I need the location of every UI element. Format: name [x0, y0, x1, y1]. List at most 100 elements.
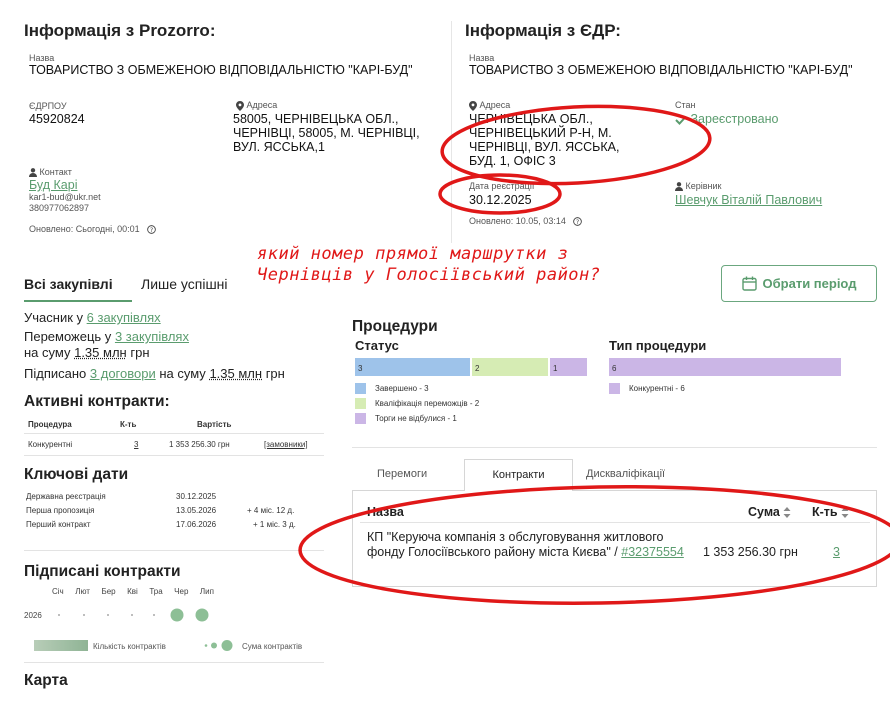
- dot-jan: [58, 614, 60, 616]
- contract-id-link[interactable]: #32375554: [621, 545, 684, 559]
- prozorro-updated-wrap: Оновлено: Сьогодні, 00:01 ?: [29, 224, 156, 234]
- contract-customer-name: КП "Керуюча компанія з обслуговування жи…: [367, 530, 664, 559]
- calendar-icon: [741, 276, 757, 291]
- edr-title: Інформація з ЄДР:: [465, 21, 621, 40]
- kd-row2-date: 13.05.2026: [176, 506, 217, 515]
- signed-line: Підписано 3 договори на суму 1.35 млн гр…: [24, 366, 285, 381]
- type-bar-competitive: 6: [609, 358, 841, 376]
- location-pin-icon: [469, 100, 477, 111]
- th-name[interactable]: Назва: [367, 505, 404, 519]
- legend-swatch-purple: [355, 413, 366, 424]
- month-apr: Кві: [127, 587, 138, 596]
- dot-jun: [170, 608, 184, 622]
- reg-date-value: 30.12.2025: [469, 193, 532, 207]
- column-divider: [451, 21, 452, 243]
- month-axis: Січ Лют Бер Кві Тра Чер Лип: [52, 587, 214, 596]
- edrpou-label: ЄДРПОУ: [29, 101, 67, 111]
- status-legend-completed: Завершено - 3: [375, 384, 429, 393]
- legend-sum-dots: [204, 640, 233, 651]
- prozorro-address-label: Адреса: [246, 100, 278, 110]
- contract-row-count-link[interactable]: 3: [833, 545, 840, 559]
- month-may: Тра: [149, 587, 163, 596]
- select-period-label: Обрати період: [762, 276, 857, 291]
- type-title: Тип процедури: [609, 338, 707, 353]
- key-dates-title: Ключові дати: [24, 466, 129, 483]
- contact-email: kar1-bud@ukr.net: [29, 192, 101, 202]
- winner-sum-value: 1.35 млн: [74, 345, 127, 360]
- sort-icon[interactable]: [783, 507, 791, 519]
- type-bar: 6: [609, 358, 841, 376]
- active-contracts-title: Активні контракти:: [24, 393, 170, 410]
- kd-row2-label: Перша пропозиція: [26, 506, 95, 515]
- edr-updated-wrap: Оновлено: 10.05, 03:14 ?: [469, 216, 583, 226]
- sort-icon[interactable]: [841, 507, 849, 519]
- select-period-button[interactable]: Обрати період: [721, 265, 877, 302]
- status-legend-item: Торги не відбулися - 1: [355, 411, 479, 426]
- th-sum-wrap[interactable]: Сума: [748, 505, 791, 519]
- participant-link[interactable]: 6 закупівлях: [87, 310, 161, 325]
- prozorro-name-value: ТОВАРИСТВО З ОБМЕЖЕНОЮ ВІДПОВІДАЛЬНІСТЮ …: [29, 63, 413, 77]
- status-bar: 3 2 1: [355, 358, 587, 376]
- overlay-question: який номер прямої маршрутки з Чернівців …: [257, 244, 601, 285]
- tab-all-procurements[interactable]: Всі закупівлі: [24, 276, 113, 292]
- winner-link[interactable]: 3 закупівлях: [115, 329, 189, 344]
- kd-row3-delta: + 1 міс. 3 д.: [253, 520, 296, 529]
- dot-mar: [107, 614, 109, 616]
- month-jul: Лип: [199, 587, 214, 596]
- ac-row-customers-link[interactable]: [замовники]: [264, 440, 308, 449]
- th-sum: Сума: [748, 505, 780, 519]
- status-legend: Завершено - 3 Кваліфікація переможців - …: [355, 381, 479, 426]
- type-legend-competitive: Конкурентні - 6: [629, 384, 685, 393]
- status-legend-failed: Торги не відбулися - 1: [375, 414, 457, 423]
- signed-link[interactable]: 3 договори: [90, 366, 156, 381]
- signed-sum-currency: грн: [265, 366, 285, 381]
- participant-text: Учасник у: [24, 310, 84, 325]
- type-legend-item: Конкурентні - 6: [609, 381, 685, 396]
- edr-updated: Оновлено: 10.05, 03:14: [469, 216, 566, 226]
- status-title: Статус: [355, 338, 399, 353]
- head-name-link[interactable]: Шевчук Віталій Павлович: [675, 193, 822, 207]
- th-divider: [360, 522, 870, 523]
- kd-row1-date: 30.12.2025: [176, 492, 217, 501]
- th-count-wrap[interactable]: К-ть: [812, 505, 849, 519]
- edrpou-value: 45920824: [29, 112, 85, 126]
- tab-disqualifications[interactable]: Дискваліфікації: [586, 468, 665, 480]
- contact-name-link[interactable]: Буд Карі: [29, 178, 78, 192]
- status-bar-qualification: 2: [472, 358, 548, 376]
- legend-count-swatch: [34, 640, 88, 651]
- edr-address-label: Адреса: [479, 100, 511, 110]
- status-legend-qualification: Кваліфікація переможців - 2: [375, 399, 480, 408]
- status-legend-item: Завершено - 3: [355, 381, 479, 396]
- winner-line: Переможець у 3 закупівлях: [24, 329, 189, 344]
- year-label: 2026: [24, 611, 42, 620]
- kd-divider: [24, 550, 324, 551]
- reg-date-label: Дата реєстрації: [469, 181, 535, 191]
- procedures-divider: [352, 447, 877, 448]
- svg-text:?: ?: [576, 219, 579, 226]
- procedures-title: Процедури: [352, 318, 438, 335]
- head-label: Керівник: [685, 181, 722, 191]
- edr-status-label: Стан: [675, 100, 696, 110]
- legend-count-label: Кількість контрактів: [93, 642, 166, 651]
- ac-row-procedure: Конкурентні: [28, 440, 73, 449]
- prozorro-address-value: 58005, ЧЕРНІВЕЦЬКА ОБЛ., ЧЕРНІВЦІ, 58005…: [233, 112, 420, 154]
- ac-row-count-link[interactable]: 3: [134, 440, 138, 449]
- winner-sum-line: на суму 1.35 млн грн: [24, 345, 150, 360]
- tab-successful-only[interactable]: Лише успішні: [141, 276, 228, 292]
- signed-sum-value: 1.35 млн: [209, 366, 263, 381]
- help-icon[interactable]: ?: [573, 217, 583, 226]
- edr-status-wrap: Зареєстровано: [675, 112, 778, 126]
- tab-wins[interactable]: Перемоги: [377, 468, 427, 480]
- head-label-wrap: Керівник: [675, 181, 722, 192]
- svg-text:?: ?: [150, 227, 153, 234]
- help-icon[interactable]: ?: [147, 225, 156, 234]
- ac-header-divider: [24, 433, 324, 434]
- contract-row-sum: 1 353 256.30 грн: [703, 545, 798, 559]
- tab-contracts[interactable]: Контракти: [464, 459, 573, 491]
- status-bar-failed: 1: [550, 358, 587, 376]
- check-icon: [675, 115, 687, 125]
- winner-sum-currency: грн: [130, 345, 150, 360]
- ac-header-count: К-ть: [120, 420, 137, 429]
- dot-apr: [131, 614, 133, 616]
- prozorro-name-label: Назва: [29, 53, 55, 63]
